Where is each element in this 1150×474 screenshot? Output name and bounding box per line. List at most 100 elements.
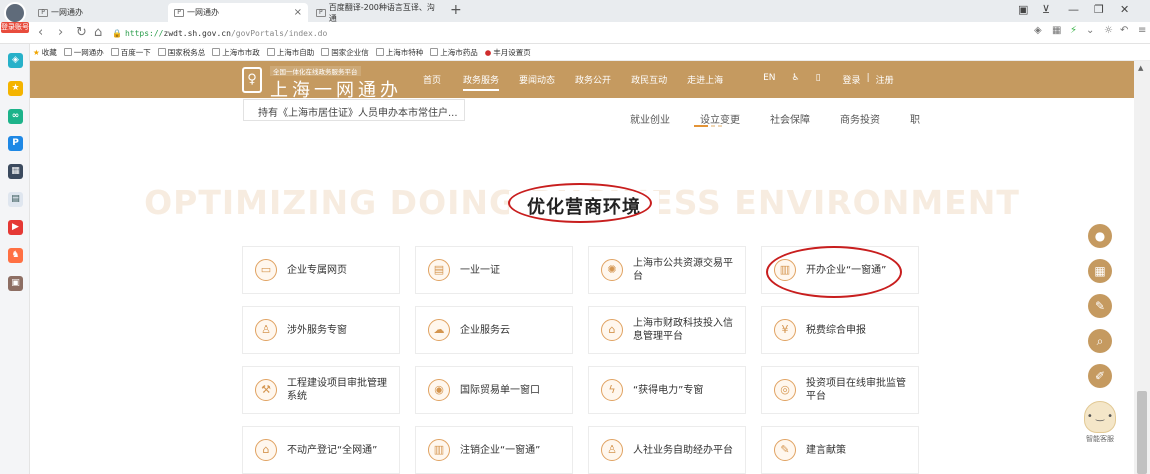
service-card[interactable]: ♙ 涉外服务专窗 bbox=[242, 306, 400, 354]
service-card[interactable]: ◎ 投资项目在线审批监管平台 bbox=[761, 366, 919, 414]
nav-english[interactable]: EN bbox=[763, 73, 775, 91]
window-app-icon[interactable]: ▤ bbox=[8, 192, 23, 207]
smart-assistant-button[interactable]: • ‿ • 智能客服 bbox=[1080, 401, 1120, 443]
service-card[interactable]: ▤ 一业一证 bbox=[415, 246, 573, 294]
nav-news[interactable]: 要闻动态 bbox=[519, 73, 555, 91]
house-icon: ⌂ bbox=[601, 319, 623, 341]
service-card[interactable]: ♙ 人社业务自助经办平台 bbox=[588, 426, 746, 474]
game-app-icon[interactable]: ♞ bbox=[8, 248, 23, 263]
bookmark-item[interactable]: 上海市特种 bbox=[375, 47, 423, 58]
grid-app-icon[interactable]: ▦ bbox=[8, 164, 23, 179]
search-icon[interactable]: ⌕ bbox=[1088, 329, 1112, 353]
bookmark-label: 丰月设置页 bbox=[493, 47, 531, 57]
carousel-dot-active[interactable] bbox=[694, 125, 708, 127]
link-icon[interactable]: ∞ bbox=[8, 109, 23, 124]
tab-2[interactable]: P 一网通办 × bbox=[168, 3, 308, 22]
chevron-down-icon[interactable]: ⌄ bbox=[1086, 25, 1094, 36]
carousel-dot[interactable] bbox=[718, 125, 722, 127]
star-icon[interactable]: ★ bbox=[8, 81, 23, 96]
service-card[interactable]: ▥ 注销企业“一窗通” bbox=[415, 426, 573, 474]
service-card[interactable]: ϟ “获得电力”专窗 bbox=[588, 366, 746, 414]
nav-interaction[interactable]: 政民互动 bbox=[631, 73, 667, 91]
carousel-dot[interactable] bbox=[711, 125, 715, 127]
p-app-icon[interactable]: P bbox=[8, 136, 23, 151]
nav-home[interactable]: 首页 bbox=[423, 73, 441, 91]
category-tab[interactable]: 社会保障 bbox=[770, 111, 810, 126]
service-card[interactable]: ⌂ 不动产登记“全网通” bbox=[242, 426, 400, 474]
bookmark-item[interactable]: 上海市药品 bbox=[430, 47, 478, 58]
bookmark-label: 上海市药品 bbox=[440, 47, 478, 57]
home-icon[interactable]: ⌂ bbox=[94, 25, 102, 40]
sun-icon[interactable]: ☼ bbox=[1104, 25, 1113, 36]
service-card[interactable]: ☁ 企业服务云 bbox=[415, 306, 573, 354]
building-icon: ▥ bbox=[428, 439, 450, 461]
edit-icon[interactable]: ✐ bbox=[1088, 364, 1112, 388]
bookmark-item[interactable]: 上海市自助 bbox=[266, 47, 314, 58]
service-card[interactable]: ✺ 上海市公共资源交易平台 bbox=[588, 246, 746, 294]
residence-permit-link[interactable]: 持有《上海市居住证》人员申办本市常住户... bbox=[243, 99, 465, 121]
video-app-icon[interactable]: ▶ bbox=[8, 220, 23, 235]
nav-login[interactable]: 登录 bbox=[843, 73, 861, 91]
bookmark-item[interactable]: 百度一下 bbox=[110, 47, 151, 58]
service-card[interactable]: ◉ 国际贸易单一窗口 bbox=[415, 366, 573, 414]
tab-3[interactable]: P 百度翻译-200种语言互译、沟通 bbox=[310, 3, 445, 23]
nav-government-services[interactable]: 政务服务 bbox=[463, 73, 500, 91]
pin-icon[interactable]: ⊻ bbox=[1042, 3, 1050, 16]
bookmark-item[interactable]: ● 丰月设置页 bbox=[485, 47, 531, 58]
login-badge[interactable]: 登录账号 bbox=[1, 22, 29, 33]
bookmark-item[interactable]: 国家税务总 bbox=[157, 47, 206, 58]
service-card[interactable]: ⌂ 上海市财政科技投入信息管理平台 bbox=[588, 306, 746, 354]
accessibility-icon[interactable]: ♿ bbox=[792, 73, 800, 91]
service-card[interactable]: ▭ 企业专属网页 bbox=[242, 246, 400, 294]
maximize-icon[interactable]: ❐ bbox=[1094, 3, 1104, 16]
grid-icon[interactable]: ▦ bbox=[1052, 25, 1061, 36]
reload-icon[interactable]: ↻ bbox=[76, 25, 87, 40]
menu-icon[interactable]: ≡ bbox=[1138, 25, 1146, 36]
category-tab[interactable]: 职 bbox=[910, 111, 920, 126]
site-logo-icon[interactable]: ♀ bbox=[242, 67, 262, 93]
category-tab[interactable]: 就业创业 bbox=[630, 111, 670, 126]
browser-tab-bar: P 一网通办 P 一网通办 × P 百度翻译-200种语言互译、沟通 + ▣ ⊻… bbox=[0, 0, 1150, 24]
certificate-icon: ▤ bbox=[428, 259, 450, 281]
forward-icon[interactable]: › bbox=[58, 25, 63, 40]
service-card-label: 企业服务云 bbox=[460, 324, 510, 336]
floating-toolbar: ● ▦ ✎ ⌕ ✐ bbox=[1088, 224, 1116, 399]
mobile-icon[interactable]: ▯ bbox=[816, 73, 821, 91]
tab-close-icon[interactable]: × bbox=[294, 7, 302, 18]
category-tab[interactable]: 商务投资 bbox=[840, 111, 880, 126]
bookmark-label: 国家税务总 bbox=[167, 47, 206, 57]
document-icon[interactable]: ✎ bbox=[1088, 294, 1112, 318]
bolt-icon[interactable]: ⚡ bbox=[1070, 25, 1077, 36]
service-card[interactable]: ✎ 建言献策 bbox=[761, 426, 919, 474]
calendar-icon[interactable]: ▦ bbox=[1088, 259, 1112, 283]
url-path: /govPortals/index.do bbox=[230, 29, 328, 38]
annotation-ellipse bbox=[508, 183, 652, 223]
close-icon[interactable]: ✕ bbox=[1120, 3, 1129, 16]
category-tab[interactable]: 设立变更 bbox=[700, 111, 740, 126]
service-card[interactable]: ¥ 税费综合申报 bbox=[761, 306, 919, 354]
photo-app-icon[interactable]: ▣ bbox=[8, 276, 23, 291]
tab-1[interactable]: P 一网通办 bbox=[32, 3, 162, 22]
page-scrollbar[interactable]: ▲ bbox=[1134, 61, 1150, 474]
back-icon[interactable]: ‹ bbox=[38, 25, 43, 40]
service-card[interactable]: ⚒ 工程建设项目审批管理系统 bbox=[242, 366, 400, 414]
nav-register[interactable]: 注册 bbox=[876, 73, 894, 91]
bookmark-item[interactable]: 一网通办 bbox=[63, 47, 104, 58]
restore-icon[interactable]: ▣ bbox=[1018, 3, 1028, 16]
minimize-icon[interactable]: — bbox=[1068, 3, 1079, 16]
bookmark-favorites[interactable]: ★ 收藏 bbox=[33, 47, 57, 58]
nav-open-government[interactable]: 政务公开 bbox=[575, 73, 611, 91]
nav-about-shanghai[interactable]: 走进上海 bbox=[687, 73, 723, 91]
scrollbar-thumb[interactable] bbox=[1137, 391, 1147, 474]
scroll-up-icon[interactable]: ▲ bbox=[1138, 64, 1143, 72]
sidebar-app-icon[interactable]: ◈ bbox=[8, 53, 23, 68]
bookmark-item[interactable]: 上海市市政 bbox=[212, 47, 260, 58]
new-tab-button[interactable]: + bbox=[450, 2, 462, 18]
user-icon[interactable]: ● bbox=[1088, 224, 1112, 248]
bookmark-item[interactable]: 国家企业信 bbox=[321, 47, 369, 58]
bookmark-favicon-icon bbox=[430, 48, 439, 56]
url-input[interactable]: 🔒 https://zwdt.sh.gov.cn/govPortals/index… bbox=[112, 26, 1012, 41]
undo-icon[interactable]: ↶ bbox=[1120, 25, 1128, 36]
extension-icon[interactable]: ◈ bbox=[1034, 25, 1042, 36]
browser-profile-icon[interactable] bbox=[4, 2, 26, 24]
